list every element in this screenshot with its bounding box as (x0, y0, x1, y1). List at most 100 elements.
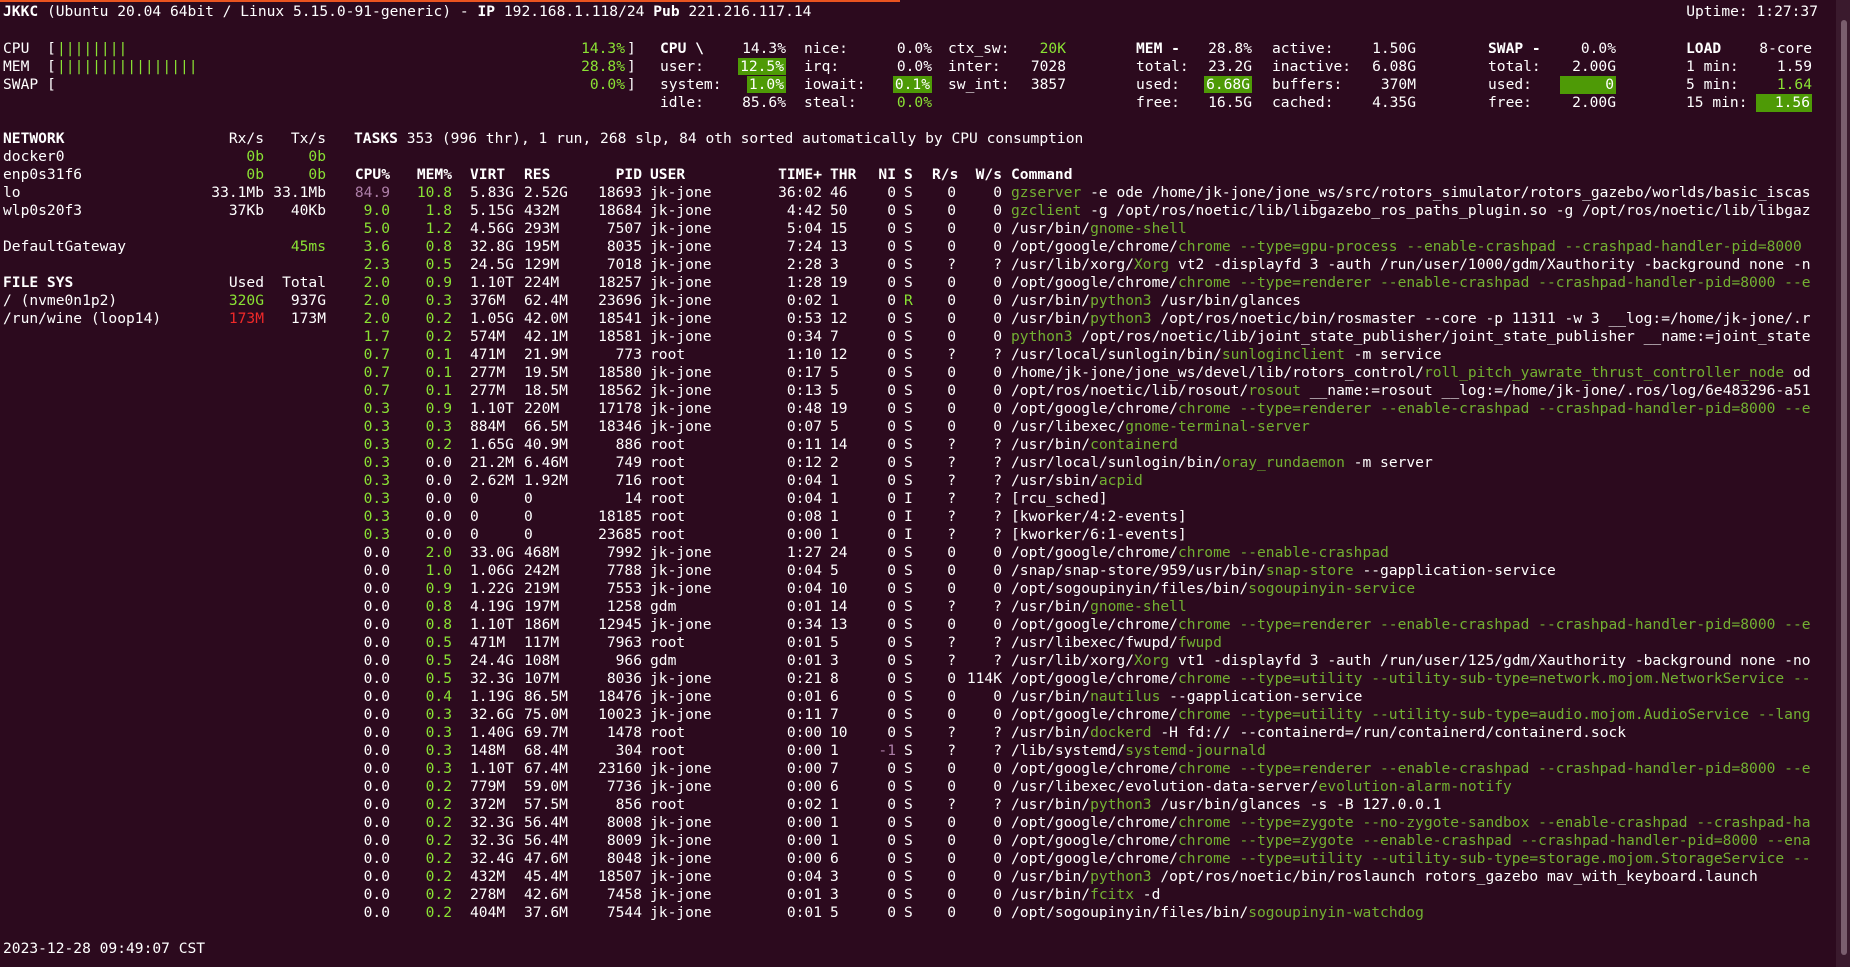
interface-rx: 0b (246, 148, 264, 165)
process-pid: 23696 (598, 292, 642, 309)
mem-pct: 28.8% (1208, 40, 1252, 57)
process-cpu-percent: 2.0 (363, 310, 390, 327)
process-res: 69.7M (524, 724, 568, 741)
process-mem-percent: 0.2 (425, 796, 452, 813)
process-threads: 6 (830, 688, 839, 705)
column-header-virt[interactable]: VIRT (470, 166, 505, 184)
process-nice: 0 (887, 688, 896, 705)
process-virt: 1.19G (470, 688, 514, 705)
process-state: S (904, 868, 913, 885)
process-virt: 471M (470, 346, 506, 363)
process-write-rate: 0 (993, 778, 1002, 795)
process-write-rate: 114K (966, 670, 1002, 687)
process-nice: 0 (887, 400, 896, 417)
process-write-rate: 0 (993, 382, 1002, 399)
process-mem-percent: 0.1 (425, 382, 452, 399)
column-header-nice[interactable]: NI (870, 166, 896, 184)
command-args: --gapplication-service (1353, 562, 1556, 579)
process-nice: 0 (887, 292, 896, 309)
process-virt: 32.8G (470, 238, 514, 255)
process-time: 1:27 (786, 544, 822, 561)
process-state: S (904, 688, 913, 705)
process-user: root (650, 526, 686, 543)
process-time: 0:00 (786, 760, 822, 777)
column-header-read-rate[interactable]: R/s (932, 166, 958, 184)
process-state: S (904, 346, 913, 363)
column-header-mem-percent[interactable]: MEM% (412, 166, 452, 184)
process-state: S (904, 652, 913, 669)
process-threads: 3 (830, 256, 839, 273)
process-user: jk-jone (650, 544, 712, 561)
pub-label: Pub (653, 3, 680, 20)
process-time: 0:53 (786, 310, 822, 327)
process-read-rate: 0 (947, 544, 956, 561)
process-res: 468M (524, 544, 560, 561)
swap-bar-open: [ (47, 76, 56, 93)
interface-rx: 37Kb (228, 202, 264, 219)
process-nice: 0 (887, 184, 896, 201)
process-mem-percent: 0.1 (425, 364, 452, 381)
column-header-pid[interactable]: PID (580, 166, 642, 184)
column-header-state[interactable]: S (904, 166, 913, 184)
command-args: vt1 -displayfd 3 -auth /run/user/125/gdm… (1169, 652, 1811, 669)
process-user: jk-jone (650, 562, 712, 579)
process-cpu-percent: 0.7 (363, 382, 390, 399)
command-args: /opt/ros/noetic/bin/rosmaster --core -p … (1151, 310, 1811, 327)
process-mem-percent: 0.2 (425, 778, 452, 795)
process-pid: 8008 (606, 814, 642, 831)
process-read-rate: ? (947, 724, 956, 741)
process-time: 1:28 (786, 274, 822, 291)
command-path: /opt/google/chrome/ (1011, 616, 1178, 633)
command-args: /opt/ros/noetic/bin/roslaunch rotors_gaz… (1151, 868, 1758, 885)
process-pid: 18346 (598, 418, 642, 435)
column-header-user[interactable]: USER (650, 166, 685, 184)
process-cpu-percent: 1.7 (363, 328, 390, 345)
process-time: 4:42 (786, 202, 822, 219)
command-name: gnome-terminal-server (1125, 418, 1310, 435)
process-cpu-percent: 0.0 (363, 688, 390, 705)
filesys-total-header: Total (282, 274, 326, 291)
command-name: python3 (1090, 796, 1152, 813)
command-name: chrome --type=utility --utility-sub-type… (1177, 850, 1811, 867)
command-name: python3 (1090, 868, 1152, 885)
command-name: chrome --type=utility --utility-sub-type… (1177, 706, 1811, 723)
process-write-rate: 0 (993, 904, 1002, 921)
process-cpu-percent: 0.3 (363, 454, 390, 471)
column-header-cpu-percent[interactable]: CPU% (354, 166, 390, 184)
cpu-bar-close: ] (627, 40, 636, 57)
process-time: 7:24 (786, 238, 822, 255)
column-header-command[interactable]: Command (1011, 166, 1073, 184)
command-path: /usr/bin/ (1011, 688, 1091, 705)
process-command: /usr/libexec/fwupd/fwupd (1011, 634, 1831, 652)
process-read-rate: 0 (947, 886, 956, 903)
process-write-rate: 0 (993, 760, 1002, 777)
process-time: 0:02 (786, 292, 822, 309)
process-virt: 32.3G (470, 670, 514, 687)
command-name: chrome --type=zygote --no-zygote-sandbox… (1177, 814, 1811, 831)
process-cpu-percent: 0.0 (363, 886, 390, 903)
column-header-threads[interactable]: THR (830, 166, 856, 184)
process-pid: 7544 (606, 904, 642, 921)
default-gateway-label: DefaultGateway (3, 238, 127, 255)
process-cpu-percent: 0.0 (363, 580, 390, 597)
column-header-time[interactable]: TIME+ (772, 166, 822, 184)
process-time: 0:00 (786, 742, 822, 759)
process-nice: 0 (887, 544, 896, 561)
scrollbar-thumb[interactable] (1841, 20, 1847, 955)
mount-total: 937G (290, 292, 326, 309)
process-read-rate: 0 (947, 292, 956, 309)
process-mem-percent: 0.2 (425, 832, 452, 849)
column-header-res[interactable]: RES (524, 166, 550, 184)
process-mem-percent: 0.0 (425, 472, 452, 489)
process-cpu-percent: 0.0 (363, 670, 390, 687)
process-pid: 304 (615, 742, 642, 759)
interface-name: lo (3, 184, 21, 201)
scrollbar[interactable] (1836, 0, 1850, 967)
process-command: /opt/sogoupinyin/files/bin/sogoupinyin-s… (1011, 580, 1831, 598)
mem-bar-pct: 28.8% (581, 58, 625, 75)
process-read-rate: 0 (947, 418, 956, 435)
process-nice: 0 (887, 868, 896, 885)
network-tx-header: Tx/s (290, 130, 326, 147)
column-header-write-rate[interactable]: W/s (958, 166, 1002, 184)
process-write-rate: ? (993, 436, 1002, 453)
